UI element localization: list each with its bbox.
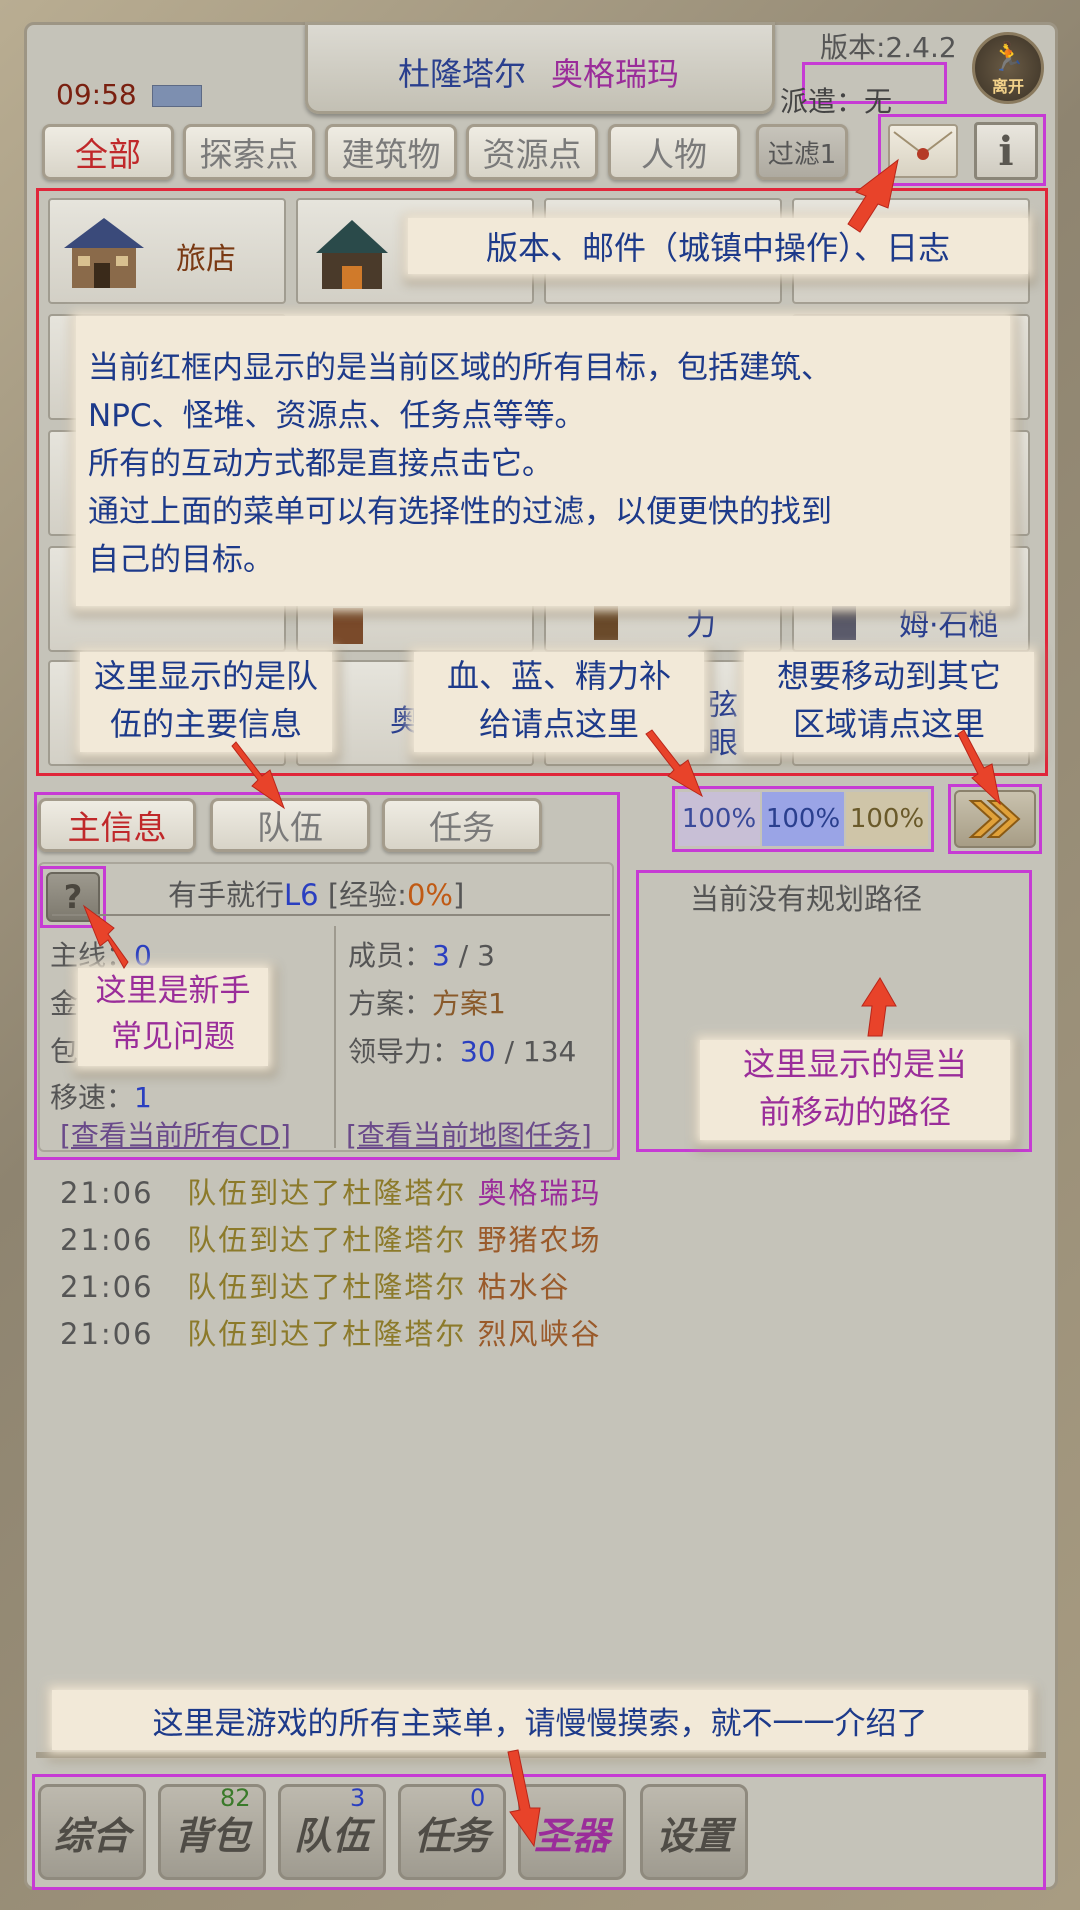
arrow-to-team-tab-icon [231,741,286,810]
arrow-to-route-icon [861,977,897,1037]
arrow-to-supply-icon [645,729,703,798]
arrow-to-mail-icon [847,158,899,233]
annotation-arrows [82,158,1001,1848]
arrow-to-move-button-icon [957,729,1001,806]
arrow-to-help-icon [82,904,129,969]
arrow-to-menu-icon [507,1749,541,1848]
